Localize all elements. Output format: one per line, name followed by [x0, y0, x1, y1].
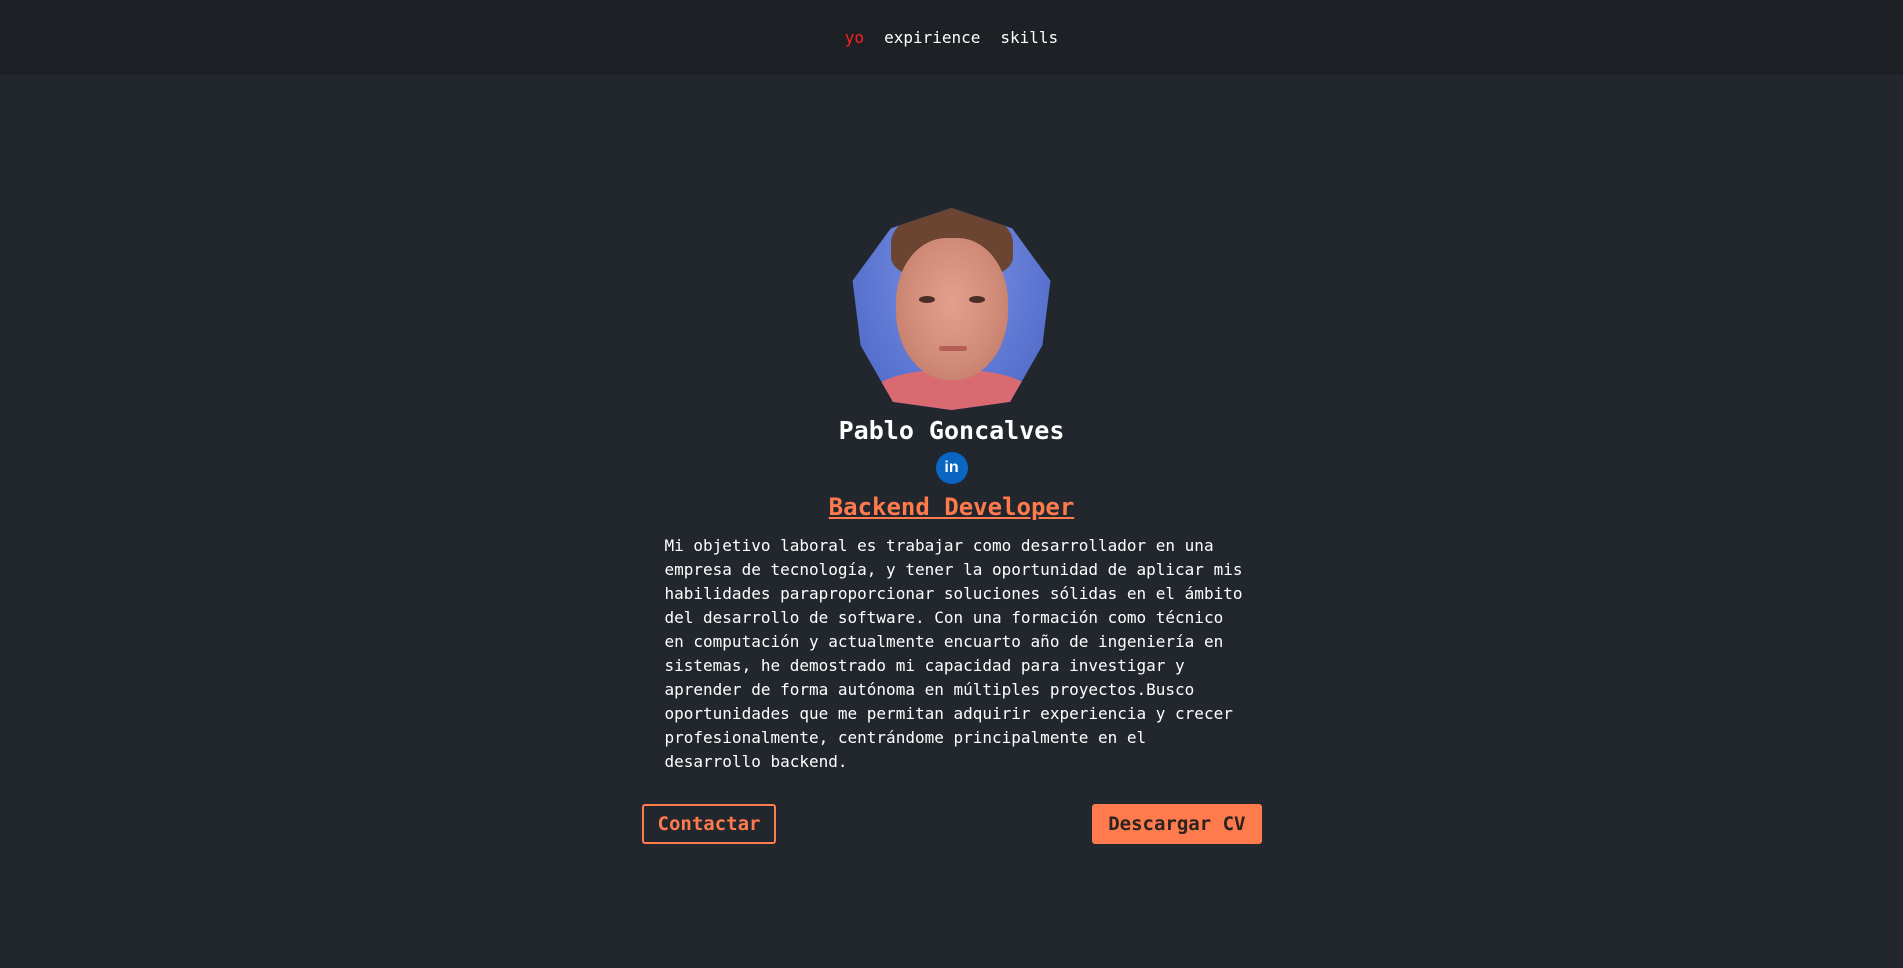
contact-button[interactable]: Contactar [641, 804, 777, 844]
photo-eye-left [918, 296, 935, 303]
top-nav: yo expirience skills [0, 0, 1903, 75]
photo-eye-right [968, 296, 985, 303]
download-cv-button[interactable]: Descargar CV [1092, 804, 1262, 844]
nav-item-skills[interactable]: skills [1000, 29, 1058, 46]
nav-item-expirience[interactable]: expirience [884, 29, 980, 46]
profile-bio: Mi objetivo laboral es trabajar como des… [664, 536, 1243, 771]
nav-item-yo[interactable]: yo [845, 29, 864, 46]
profile-photo [851, 208, 1053, 410]
linkedin-icon[interactable]: in [935, 452, 968, 484]
photo-mouth [938, 346, 967, 351]
photo-face [895, 238, 1008, 380]
profile-photo-image [852, 208, 1051, 410]
profile-actions: Contactar Descargar CV [641, 804, 1262, 844]
profile-section: Pablo Goncalves in Backend Developer Mi … [0, 208, 1903, 844]
linkedin-icon-label: in [944, 459, 959, 476]
profile-name: Pablo Goncalves [838, 416, 1065, 445]
profile-role[interactable]: Backend Developer [829, 492, 1075, 522]
